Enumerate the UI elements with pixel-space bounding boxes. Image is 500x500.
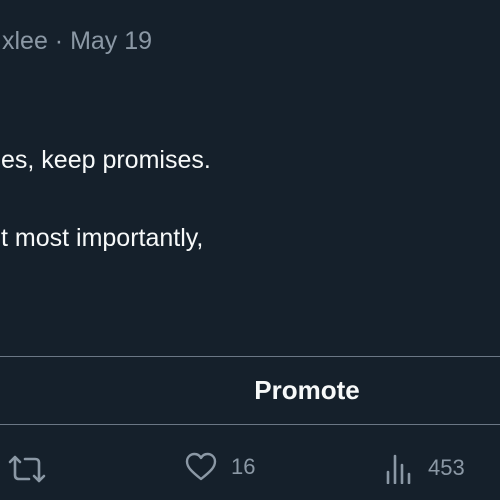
like-button[interactable]: 16 [185, 452, 255, 482]
views-chart-icon [385, 452, 413, 484]
promote-button[interactable]: Promote [0, 357, 500, 424]
heart-icon [185, 452, 217, 482]
promote-divider-bottom [0, 424, 500, 425]
retweet-icon [8, 452, 46, 486]
retweet-button[interactable] [8, 452, 46, 486]
views-button[interactable]: 453 [385, 452, 465, 484]
promote-label: Promote [254, 375, 360, 405]
tweet-text-line: es, keep promises. [1, 146, 211, 174]
views-count: 453 [428, 455, 465, 480]
tweet-meta: xlee · May 19 [2, 27, 153, 55]
tweet-text-line: t most importantly, [1, 224, 204, 252]
like-count: 16 [231, 454, 256, 479]
